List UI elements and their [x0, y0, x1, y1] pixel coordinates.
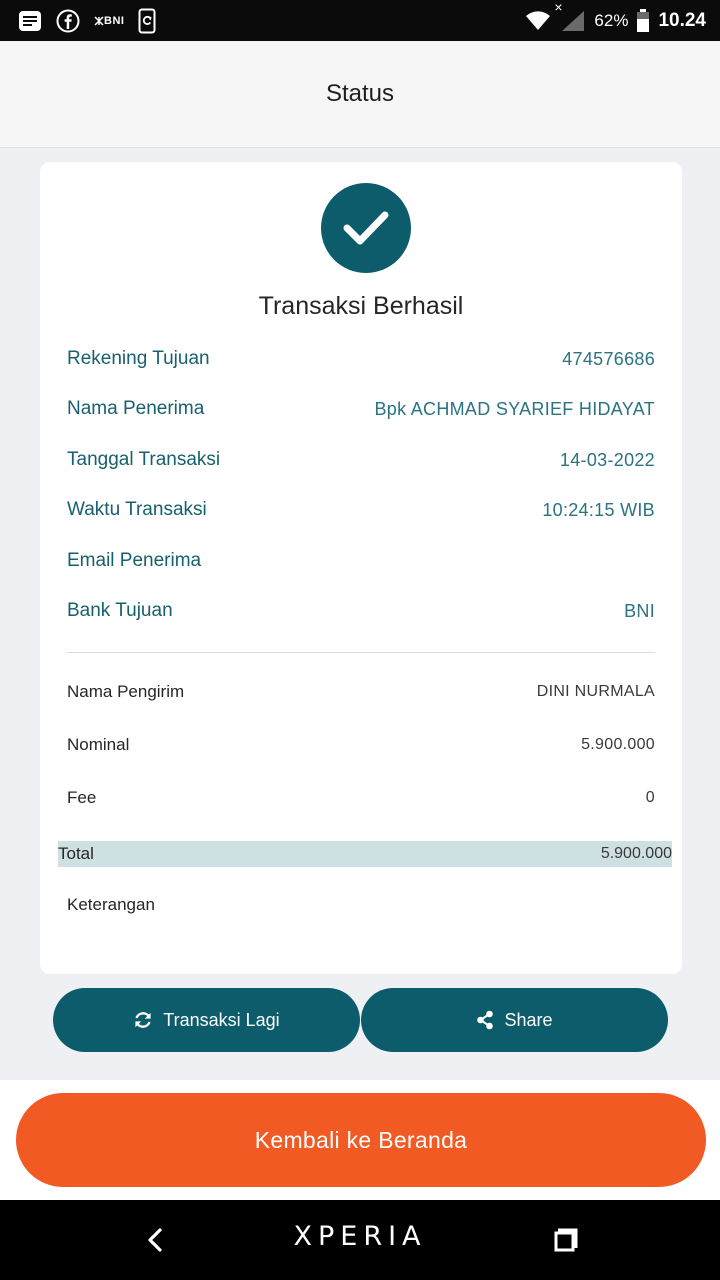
transact-again-button[interactable]: Transaksi Lagi	[53, 988, 360, 1052]
detail-value: DINI NURMALA	[536, 683, 655, 700]
wifi-icon	[524, 10, 552, 32]
detail-value: 10:24:15 WIB	[542, 499, 655, 520]
battery-percent: 62%	[594, 10, 629, 30]
bni-icon: BNI	[94, 15, 124, 27]
detail-value: 5.900.000	[581, 736, 655, 753]
battery-icon	[636, 8, 650, 33]
detail-row-nominal: Nominal 5.900.000	[67, 735, 655, 755]
status-bar: BNI × 62% 10.24	[0, 0, 720, 41]
back-icon[interactable]	[140, 1224, 170, 1256]
share-button[interactable]: Share	[361, 988, 668, 1052]
detail-label: Fee	[67, 788, 97, 807]
share-icon	[476, 1010, 494, 1030]
share-label: Share	[504, 1009, 553, 1030]
transact-again-label: Transaksi Lagi	[163, 1009, 280, 1030]
detail-value: 14-03-2022	[559, 449, 655, 470]
signal-icon: ×	[554, 0, 586, 33]
receipt-card: Transaksi Berhasil Rekening Tujuan 47457…	[40, 162, 682, 974]
news-icon	[18, 10, 42, 32]
detail-value: BNI	[624, 600, 655, 621]
detail-row-account: Rekening Tujuan 474576686	[67, 348, 655, 370]
page-title: Status	[325, 80, 395, 107]
clock: 10.24	[658, 9, 706, 31]
bottom-action-area: Kembali ke Beranda	[0, 1080, 720, 1200]
detail-label: Nama Penerima	[67, 398, 205, 419]
bni-icon-label: BNI	[104, 14, 125, 27]
detail-row-fee: Fee 0	[67, 788, 655, 808]
detail-label: Nama Pengirim	[67, 682, 185, 701]
total-value: 5.900.000	[600, 845, 672, 862]
detail-row-email: Email Penerima	[67, 550, 655, 572]
detail-row-bank: Bank Tujuan BNI	[67, 600, 655, 622]
detail-value: 0	[645, 789, 655, 806]
clipboard-icon	[138, 8, 156, 34]
page-header: Status	[0, 41, 720, 148]
detail-label: Rekening Tujuan	[67, 348, 210, 369]
no-signal-mark: ×	[554, 0, 563, 15]
facebook-icon	[56, 9, 80, 33]
detail-row-note: Keterangan	[67, 895, 655, 915]
detail-label: Email Penerima	[67, 550, 202, 571]
detail-label: Keterangan	[67, 895, 155, 914]
detail-row-recipient-name: Nama Penerima Bpk ACHMAD SYARIEF HIDAYAT	[67, 398, 655, 420]
detail-row-sender: Nama Pengirim DINI NURMALA	[67, 682, 655, 702]
total-row: Total 5.900.000	[58, 841, 672, 867]
recent-apps-icon[interactable]	[551, 1225, 581, 1255]
detail-row-time: Waktu Transaksi 10:24:15 WIB	[67, 499, 655, 521]
detail-row-date: Tanggal Transaksi 14-03-2022	[67, 449, 655, 471]
detail-label: Tanggal Transaksi	[67, 449, 221, 470]
back-to-home-button[interactable]: Kembali ke Beranda	[16, 1093, 706, 1187]
device-brand: XPERIA	[293, 1221, 427, 1252]
check-icon	[321, 183, 411, 273]
detail-label: Waktu Transaksi	[67, 499, 207, 520]
section-divider	[67, 652, 655, 653]
detail-value: 474576686	[562, 348, 655, 369]
detail-label: Nominal	[67, 735, 130, 754]
detail-value: Bpk ACHMAD SYARIEF HIDAYAT	[374, 398, 655, 419]
transaction-status-title: Transaksi Berhasil	[258, 292, 464, 320]
detail-label: Bank Tujuan	[67, 600, 173, 621]
total-label: Total	[58, 844, 94, 863]
navigation-bar: XPERIA	[0, 1200, 720, 1280]
refresh-icon	[133, 1010, 153, 1030]
